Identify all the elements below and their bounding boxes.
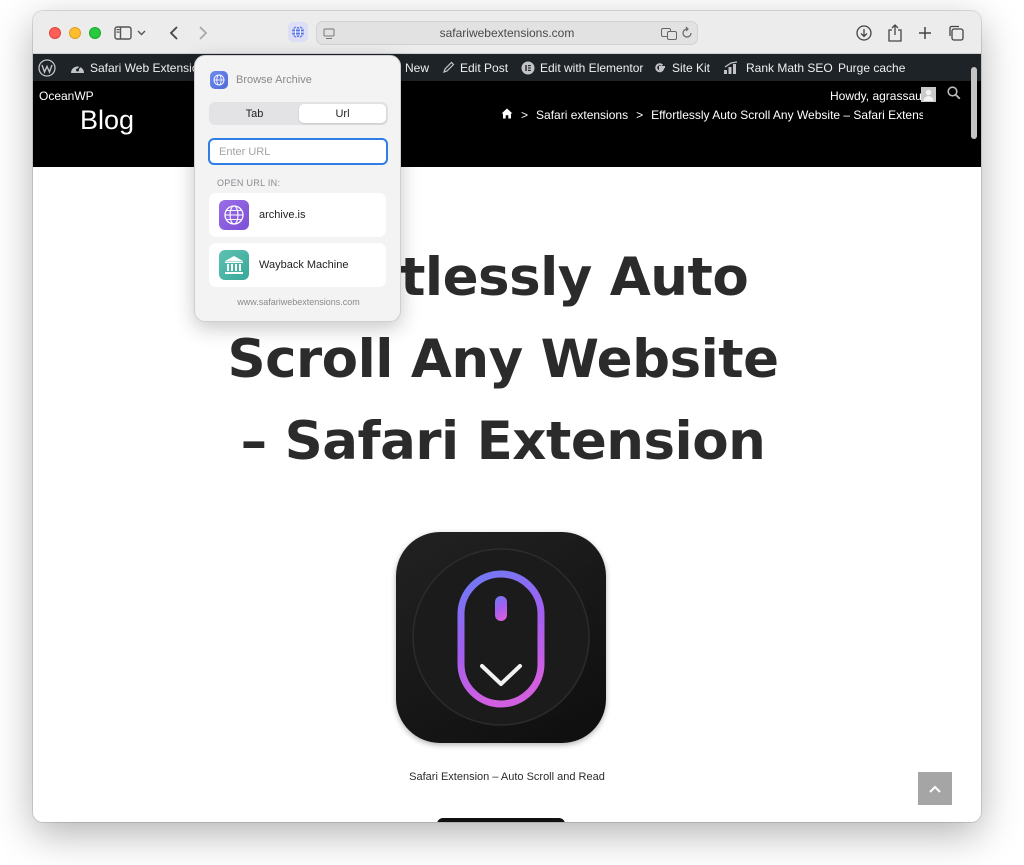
wp-purge-cache-label: Purge cache bbox=[838, 60, 906, 75]
howdy-account[interactable]: Howdy, agrassau bbox=[830, 89, 922, 103]
avatar[interactable] bbox=[921, 87, 936, 102]
post-content: Effortlessly Auto Scroll Any Website – S… bbox=[33, 167, 981, 822]
image-caption: Safari Extension – Auto Scroll and Read bbox=[409, 771, 605, 783]
site-title[interactable]: Blog bbox=[80, 105, 134, 136]
wp-purge-cache-button[interactable]: Purge cache bbox=[838, 54, 905, 81]
auto-scroll-app-icon bbox=[396, 532, 606, 743]
wp-rank-math-button[interactable]: Rank Math SEO bbox=[723, 54, 833, 81]
address-text: safariwebextensions.com bbox=[439, 26, 575, 40]
post-title-line: – Safari Extension bbox=[240, 411, 766, 472]
minimize-window-button[interactable] bbox=[69, 27, 81, 39]
wp-site-name[interactable]: Safari Web Extensions bbox=[70, 54, 211, 81]
browser-toolbar: safariwebextensions.com bbox=[33, 11, 981, 54]
wp-elementor-label: Edit with Elementor bbox=[540, 60, 644, 75]
page-scrollbar[interactable] bbox=[971, 67, 977, 139]
breadcrumb-separator: > bbox=[636, 108, 644, 122]
browse-archive-popover: Browse Archive Tab Url OPEN URL IN: arch… bbox=[194, 55, 401, 322]
chevron-down-icon[interactable] bbox=[134, 21, 148, 45]
share-icon[interactable] bbox=[883, 21, 907, 45]
new-tab-icon[interactable] bbox=[913, 21, 937, 45]
search-icon[interactable] bbox=[947, 86, 961, 105]
sidebar-toggle-icon[interactable] bbox=[111, 21, 135, 45]
wp-site-kit-label: Site Kit bbox=[672, 60, 711, 75]
scroll-to-top-button[interactable] bbox=[918, 772, 952, 805]
theme-name[interactable]: OceanWP bbox=[39, 89, 94, 103]
wayback-machine-option[interactable]: Wayback Machine bbox=[209, 243, 386, 287]
url-mode-tab[interactable]: Url bbox=[299, 104, 386, 123]
globe-icon bbox=[219, 200, 249, 230]
elementor-icon bbox=[521, 61, 535, 74]
wordpress-logo-icon[interactable] bbox=[38, 54, 61, 81]
translate-icon[interactable] bbox=[661, 27, 677, 45]
wp-new-button[interactable]: New bbox=[405, 54, 429, 81]
breadcrumb-category-link[interactable]: Safari extensions bbox=[536, 108, 628, 122]
mode-segmented-control: Tab Url bbox=[209, 102, 388, 125]
service-name: archive.is bbox=[259, 209, 306, 221]
wp-site-kit-button[interactable]: Site Kit bbox=[653, 54, 710, 81]
back-icon[interactable] bbox=[162, 21, 186, 45]
tab-overview-icon[interactable] bbox=[944, 21, 968, 45]
address-bar[interactable]: safariwebextensions.com bbox=[316, 21, 698, 45]
wp-edit-post-button[interactable]: Edit Post bbox=[442, 54, 508, 81]
pencil-icon bbox=[443, 61, 455, 73]
downloads-icon[interactable] bbox=[852, 21, 876, 45]
site-header: OceanWP Howdy, agrassau Blog > Safari ex… bbox=[33, 81, 981, 167]
wp-rank-math-label: Rank Math SEO bbox=[746, 60, 833, 75]
rank-math-icon bbox=[724, 60, 738, 74]
chevron-up-icon bbox=[929, 785, 941, 793]
service-name: Wayback Machine bbox=[259, 259, 349, 271]
wp-new-label: New bbox=[405, 60, 430, 75]
wp-admin-bar: Safari Web Extensions New Edit Post Edit… bbox=[33, 54, 981, 81]
browse-archive-extension-icon[interactable] bbox=[288, 22, 308, 42]
download-button[interactable] bbox=[437, 818, 565, 822]
museum-icon bbox=[219, 250, 249, 280]
breadcrumb-current: Effortlessly Auto Scroll Any Website – S… bbox=[651, 108, 923, 122]
post-title-line: Scroll Any Website bbox=[227, 329, 779, 390]
globe-icon bbox=[210, 71, 228, 89]
url-input[interactable] bbox=[208, 138, 388, 165]
close-window-button[interactable] bbox=[49, 27, 61, 39]
google-icon bbox=[655, 62, 665, 72]
tab-mode-tab[interactable]: Tab bbox=[211, 104, 298, 123]
archive-is-option[interactable]: archive.is bbox=[209, 193, 386, 237]
reload-icon[interactable] bbox=[681, 26, 693, 45]
wp-edit-post-label: Edit Post bbox=[460, 60, 509, 75]
open-in-label: OPEN URL IN: bbox=[217, 178, 281, 188]
wp-site-name-label: Safari Web Extensions bbox=[90, 60, 212, 75]
dashboard-icon bbox=[71, 65, 84, 73]
home-icon[interactable] bbox=[501, 108, 513, 122]
maximize-window-button[interactable] bbox=[89, 27, 101, 39]
popover-title: Browse Archive bbox=[236, 74, 312, 86]
wp-elementor-button[interactable]: Edit with Elementor bbox=[521, 54, 643, 81]
forward-icon[interactable] bbox=[191, 21, 215, 45]
breadcrumb: > Safari extensions > Effortlessly Auto … bbox=[501, 108, 923, 122]
browser-window: safariwebextensions.com Safari Web Exten… bbox=[33, 11, 981, 822]
breadcrumb-separator: > bbox=[521, 108, 529, 122]
popover-footer-link[interactable]: www.safariwebextensions.com bbox=[195, 297, 402, 307]
